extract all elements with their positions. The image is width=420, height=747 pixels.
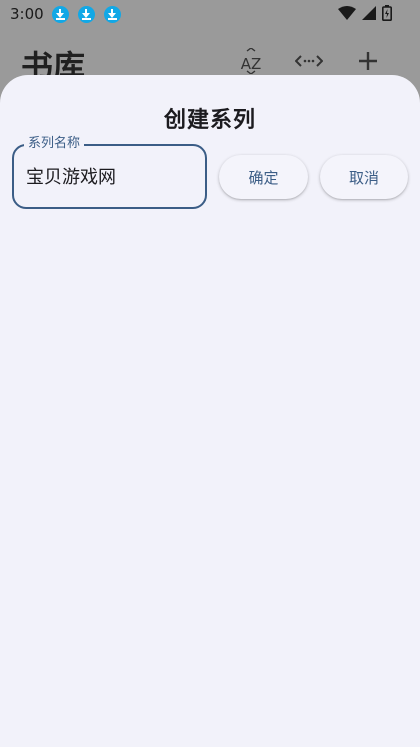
download-icon	[51, 5, 69, 23]
sort-az-glyph: AZ	[241, 55, 262, 73]
screen: 3:00 书库 AZ 创建系列 系列名称 宝贝游戏网 确定 取消	[0, 0, 420, 747]
download-icon	[77, 5, 95, 23]
dialog-title: 创建系列	[163, 108, 256, 133]
series-name-field[interactable]: 系列名称	[12, 136, 207, 209]
sort-az-icon: AZ	[241, 48, 262, 74]
series-name-input[interactable]	[26, 163, 196, 189]
status-icons	[338, 5, 392, 21]
confirm-button[interactable]: 确定	[219, 155, 308, 199]
add-button[interactable]	[353, 46, 383, 76]
download-icon	[103, 5, 121, 23]
add-icon	[359, 52, 377, 70]
expand-horizontal-icon	[295, 55, 323, 67]
status-bar: 3:00	[0, 0, 420, 28]
wifi-icon	[338, 6, 356, 20]
create-series-sheet: 创建系列 系列名称 确定 取消	[0, 75, 420, 747]
status-time: 3:00	[10, 5, 44, 23]
battery-icon	[382, 5, 392, 21]
signal-icon	[362, 6, 376, 20]
sort-az-button[interactable]: AZ	[236, 46, 266, 76]
cancel-button[interactable]: 取消	[320, 155, 408, 199]
expand-horizontal-button[interactable]	[294, 46, 324, 76]
series-name-label: 系列名称	[24, 136, 85, 152]
